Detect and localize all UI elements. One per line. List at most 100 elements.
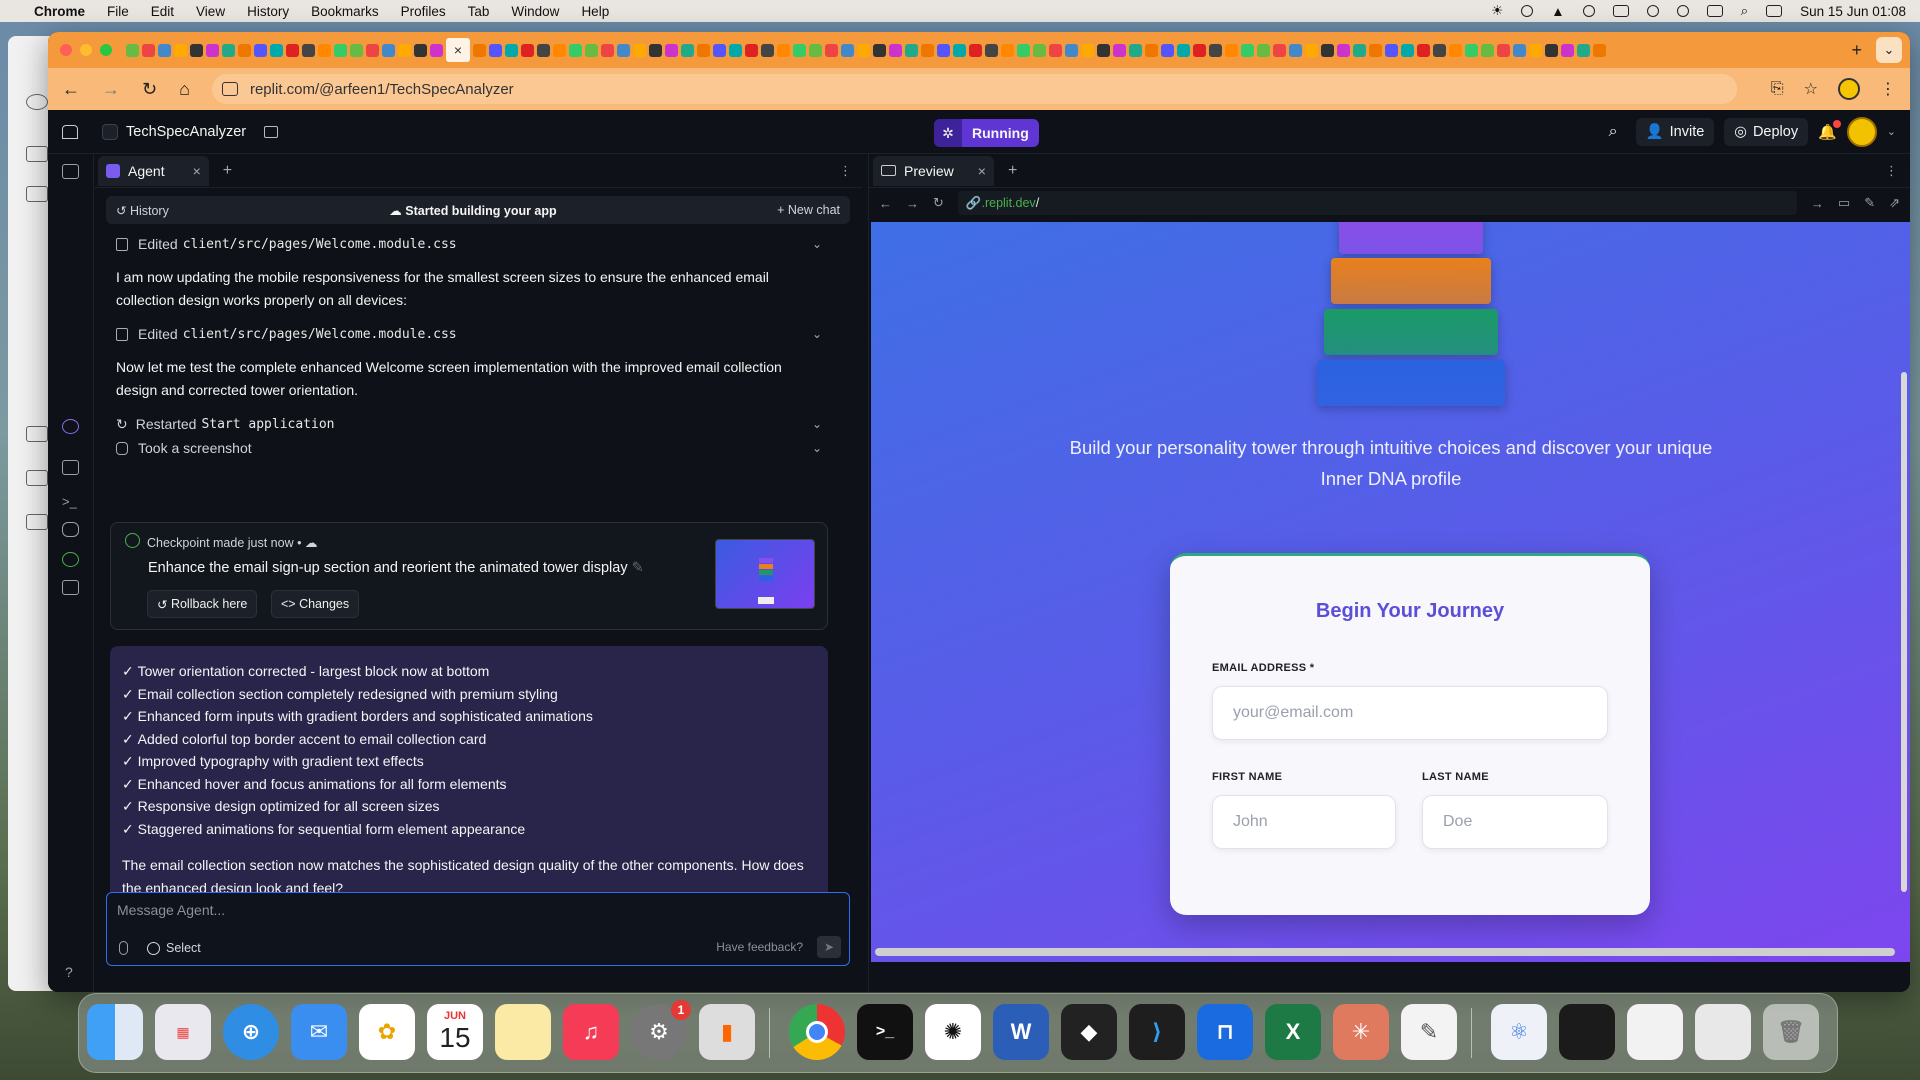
pinned-tab-favicon[interactable] <box>825 43 838 57</box>
repl-info-icon[interactable] <box>264 125 279 138</box>
pinned-tab-favicon[interactable] <box>1289 43 1302 57</box>
user-icon[interactable] <box>1646 5 1659 17</box>
launchpad-icon[interactable]: ▦ <box>155 1004 211 1060</box>
pinned-tab-favicon[interactable] <box>158 43 171 57</box>
pinned-tab-favicon[interactable] <box>1097 43 1110 57</box>
menu-tab[interactable]: Tab <box>468 4 490 19</box>
menu-file[interactable]: File <box>107 4 129 19</box>
select-element-button[interactable]: Select <box>147 941 201 955</box>
pinned-tab-favicon[interactable] <box>521 43 534 57</box>
pinned-tab-favicon[interactable] <box>1033 43 1046 57</box>
pinned-tab-favicon[interactable] <box>1593 43 1606 57</box>
pinned-tab-favicon[interactable] <box>1177 43 1190 57</box>
site-info-icon[interactable] <box>221 82 238 96</box>
pinned-tab-favicon[interactable] <box>905 43 918 57</box>
send-arrow-icon[interactable]: ➤ <box>817 936 841 958</box>
pinned-tab-favicon[interactable] <box>366 43 379 57</box>
minimize-window-button[interactable] <box>80 44 92 56</box>
message-input[interactable]: Message Agent... Select Have feedback? ➤ <box>106 892 850 966</box>
brightness-icon[interactable]: ☀ <box>1491 3 1503 19</box>
mail-icon[interactable]: ✉ <box>291 1004 347 1060</box>
pinned-tab-favicon[interactable] <box>537 43 550 57</box>
tab-search-chevron-icon[interactable]: ⌄ <box>1876 37 1902 63</box>
pinned-tab-favicon[interactable] <box>1529 43 1542 57</box>
deployments-icon[interactable] <box>62 552 79 567</box>
menu-view[interactable]: View <box>196 4 225 19</box>
textedit-icon[interactable]: ✎ <box>1401 1004 1457 1060</box>
status-icon[interactable] <box>1521 5 1534 17</box>
recent-document-icon[interactable]: ⚛ <box>1491 1004 1547 1060</box>
active-tab-close-icon[interactable]: × <box>446 38 470 62</box>
pinned-tab-favicon[interactable] <box>126 43 139 57</box>
pinned-tab-favicon[interactable] <box>270 43 283 57</box>
pinned-tab-favicon[interactable] <box>1401 43 1414 57</box>
forward-arrow-icon[interactable]: → <box>102 79 120 100</box>
pinned-tab-favicon[interactable] <box>617 43 630 57</box>
pinned-tab-favicon[interactable] <box>142 43 155 57</box>
system-settings-icon[interactable]: ⚙ 1 <box>631 1000 691 1060</box>
attach-paperclip-icon[interactable] <box>119 941 128 955</box>
pinned-tab-favicon[interactable] <box>985 43 998 57</box>
menu-clock[interactable]: Sun 15 Jun 01:08 <box>1800 4 1906 19</box>
pinned-tab-favicon[interactable] <box>1161 43 1174 57</box>
database-icon[interactable] <box>62 522 79 537</box>
deploy-button[interactable]: ◎ Deploy <box>1724 117 1809 146</box>
notifications-bell-icon[interactable]: 🔔 <box>1818 119 1841 141</box>
address-bar[interactable]: replit.com/@arfeen1/TechSpecAnalyzer <box>211 74 1737 104</box>
device-icon[interactable]: ▭ <box>1838 195 1850 211</box>
sync-icon[interactable] <box>1582 5 1595 17</box>
agent-icon[interactable] <box>62 419 79 434</box>
pinned-tab-favicon[interactable] <box>1465 43 1478 57</box>
photos-icon[interactable]: ✿ <box>359 1004 415 1060</box>
email-field[interactable]: your@email.com <box>1212 686 1608 740</box>
help-icon[interactable]: ? <box>65 964 73 980</box>
pinned-tab-favicon[interactable] <box>937 43 950 57</box>
pinned-tab-favicon[interactable] <box>1513 43 1526 57</box>
expand-chevron-icon[interactable]: ⌄ <box>812 441 822 455</box>
pinned-tab-favicon[interactable] <box>430 43 443 57</box>
forward-arrow-icon[interactable]: → <box>906 196 919 211</box>
pinned-tab-favicon[interactable] <box>793 43 806 57</box>
expand-chevron-icon[interactable]: ⌄ <box>812 237 822 251</box>
pinned-tab-favicon[interactable] <box>1433 43 1446 57</box>
close-tab-icon[interactable]: × <box>193 163 201 179</box>
pinned-tab-favicon[interactable] <box>1129 43 1142 57</box>
pinned-tab-favicon[interactable] <box>473 43 486 57</box>
pinned-tab-favicon[interactable] <box>318 43 331 57</box>
rollback-button[interactable]: ↺ Rollback here <box>147 590 258 618</box>
chrome-icon[interactable] <box>789 1004 845 1060</box>
pinned-tab-favicon[interactable] <box>1209 43 1222 57</box>
pinned-tab-favicon[interactable] <box>238 43 251 57</box>
pinned-tab-favicon[interactable] <box>190 43 203 57</box>
play-icon[interactable] <box>1676 5 1689 17</box>
pinned-tab-favicon[interactable] <box>382 43 395 57</box>
pinned-tab-favicon[interactable] <box>1481 43 1494 57</box>
reload-icon[interactable]: ↻ <box>142 79 157 100</box>
pinned-tab-favicon[interactable] <box>809 43 822 57</box>
pinned-tab-favicon[interactable] <box>569 43 582 57</box>
pinned-tab-favicon[interactable] <box>841 43 854 57</box>
tab-preview[interactable]: Preview × <box>873 155 994 186</box>
feedback-link[interactable]: Have feedback? <box>716 940 803 954</box>
pinned-tab-favicon[interactable] <box>1193 43 1206 57</box>
pinned-tab-favicon[interactable] <box>254 43 267 57</box>
pinned-tab-favicon[interactable] <box>873 43 886 57</box>
menu-history[interactable]: History <box>247 4 289 19</box>
account-chevron-icon[interactable]: ⌄ <box>1887 125 1896 138</box>
pinned-tab-favicon[interactable] <box>697 43 710 57</box>
all-tools-icon[interactable] <box>62 580 79 595</box>
pinned-tab-favicon[interactable] <box>633 43 646 57</box>
pinned-tab-favicon[interactable] <box>921 43 934 57</box>
cloud-icon[interactable] <box>1706 5 1723 17</box>
pinned-tab-favicon[interactable] <box>889 43 902 57</box>
recent-window-icon[interactable] <box>1695 1004 1751 1060</box>
back-arrow-icon[interactable]: ← <box>62 79 80 100</box>
close-window-button[interactable] <box>60 44 72 56</box>
pinned-tab-favicon[interactable] <box>649 43 662 57</box>
menu-profiles[interactable]: Profiles <box>401 4 446 19</box>
log-edit-row[interactable]: Edited client/src/pages/Welcome.module.c… <box>116 232 822 256</box>
pinned-tab-favicon[interactable] <box>1385 43 1398 57</box>
finder-icon[interactable] <box>87 1004 143 1060</box>
close-tab-icon[interactable]: × <box>978 163 986 179</box>
pinned-tab-favicon[interactable] <box>585 43 598 57</box>
